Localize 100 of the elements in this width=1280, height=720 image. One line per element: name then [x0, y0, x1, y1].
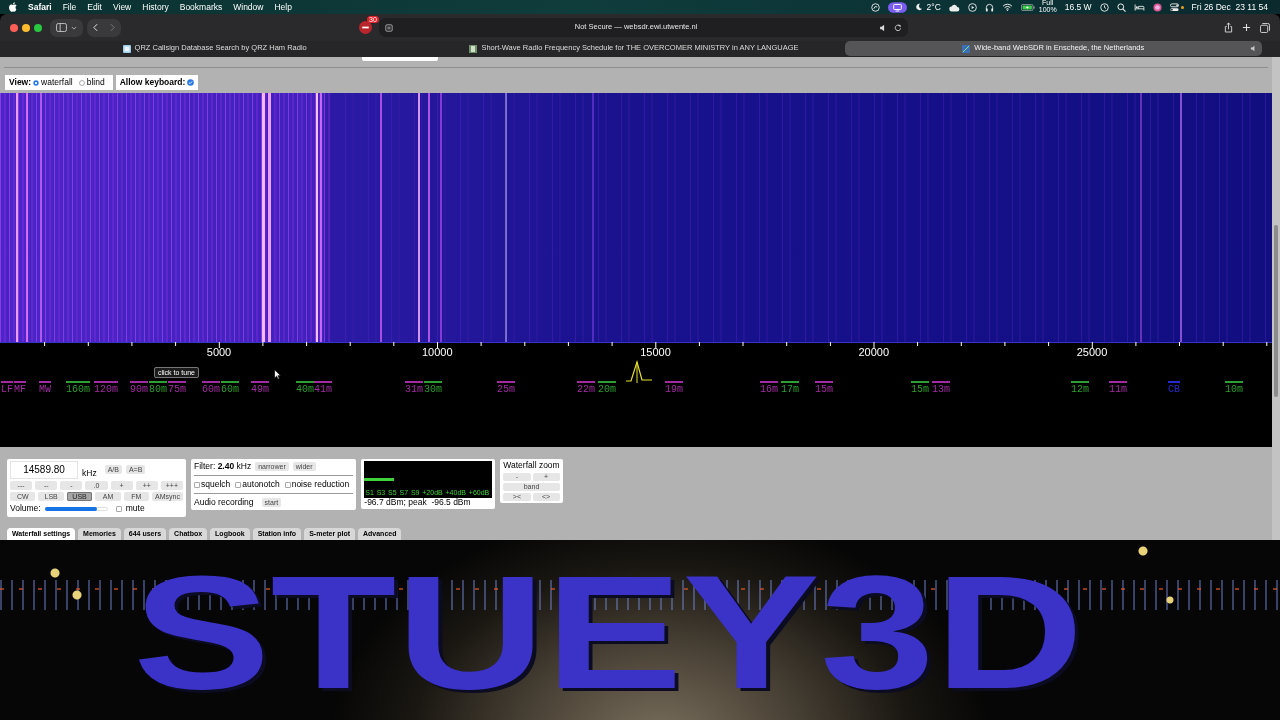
bed-icon[interactable] — [1133, 3, 1145, 11]
waterfall-display[interactable] — [0, 93, 1272, 342]
maximize-window-icon[interactable] — [34, 23, 42, 32]
tabs-icon[interactable] — [1260, 22, 1270, 33]
frequency-field[interactable]: 14589.80 — [10, 461, 78, 479]
menu-item[interactable]: Edit — [87, 2, 102, 12]
search-icon[interactable] — [1116, 2, 1126, 12]
orb-icon[interactable] — [1152, 2, 1162, 12]
radio-button[interactable] — [33, 79, 40, 86]
plus-icon[interactable] — [1242, 23, 1251, 32]
band-label[interactable]: 11m — [1109, 381, 1127, 395]
band-label[interactable]: LF — [1, 381, 13, 395]
band-label[interactable]: 20m — [598, 381, 616, 395]
clock-icon[interactable] — [1099, 2, 1109, 12]
band-label[interactable]: 16m — [760, 381, 778, 395]
sidebar-button[interactable] — [50, 18, 83, 37]
band-label[interactable]: MW — [39, 381, 51, 395]
filter-label: Filter: 2.40 kHz — [194, 461, 252, 472]
checkbox-label: autonotch — [242, 479, 280, 490]
menu-item[interactable]: View — [113, 2, 132, 12]
checkbox-label: squelch — [201, 479, 231, 490]
axis-label: 20000 — [858, 347, 890, 358]
volume-level-fill[interactable] — [44, 507, 97, 511]
menu-item[interactable]: History — [142, 2, 169, 12]
band-label[interactable]: 12m — [1071, 381, 1089, 395]
moon-icon[interactable] — [914, 3, 923, 11]
band-label[interactable]: MF — [14, 381, 26, 395]
band-label[interactable]: 40m — [296, 381, 314, 395]
band-label[interactable]: 25m — [497, 381, 515, 395]
unit-label: kHz — [82, 469, 97, 479]
minimize-window-icon[interactable] — [22, 23, 30, 32]
minus-circle-icon[interactable] — [359, 21, 372, 34]
recording-label: Audio recording — [194, 497, 254, 508]
chevron-left-icon[interactable] — [93, 23, 98, 32]
band-label[interactable]: 19m — [665, 381, 683, 395]
headphones-icon[interactable] — [984, 2, 994, 12]
indicator-dot-icon — [1180, 5, 1184, 9]
band-label[interactable]: 15m — [911, 381, 929, 395]
speaker-icon[interactable] — [879, 23, 886, 32]
checkbox[interactable] — [194, 481, 200, 488]
band-label[interactable]: 49m — [251, 381, 269, 395]
display-icon[interactable] — [887, 1, 907, 13]
radio-label: blind — [86, 77, 105, 88]
reload-icon[interactable] — [894, 23, 902, 32]
wifi-icon[interactable] — [1001, 3, 1013, 11]
checkbox[interactable] — [235, 481, 242, 488]
play-icon[interactable] — [967, 2, 977, 12]
view-label: View: — [9, 77, 32, 88]
band-label[interactable]: 17m — [781, 381, 799, 395]
sidebar-icon[interactable] — [56, 23, 67, 32]
checkbox[interactable] — [284, 481, 291, 488]
favicon-icon — [469, 44, 478, 53]
cloud-icon[interactable] — [948, 2, 960, 12]
menu-item[interactable]: Window — [233, 2, 264, 12]
apple-logo-icon[interactable] — [9, 2, 17, 12]
name-input-field[interactable] — [362, 57, 438, 61]
axis-label: 10000 — [421, 347, 453, 358]
battery-charging-icon[interactable] — [1020, 3, 1035, 11]
toggle-switches-icon[interactable] — [1169, 2, 1179, 12]
band-label[interactable]: 60m — [221, 381, 239, 395]
band-label[interactable]: 15m — [815, 381, 833, 395]
scrollbar[interactable] — [1272, 57, 1280, 540]
swirl-circle-icon[interactable] — [870, 2, 880, 12]
radio-button[interactable] — [78, 79, 85, 86]
passband-marker-icon[interactable] — [626, 360, 652, 383]
mouse-pointer-icon — [274, 369, 281, 380]
favicon-icon — [122, 44, 131, 53]
page-icon[interactable] — [385, 23, 393, 32]
menu-item[interactable]: Bookmarks — [179, 2, 223, 12]
band-label[interactable]: 13m — [932, 381, 950, 395]
menu-item[interactable]: Help — [274, 2, 292, 12]
band-label[interactable]: 60m — [202, 381, 220, 395]
band-label[interactable]: 75m — [168, 381, 186, 395]
band-label[interactable]: 10m — [1225, 381, 1243, 395]
axis-label: 15000 — [640, 347, 671, 358]
panel-title: Waterfall zoom — [503, 461, 560, 471]
checkbox-label: mute — [125, 504, 145, 514]
band-label[interactable]: 80m — [149, 381, 167, 395]
power-text[interactable]: 16.5 W — [1064, 2, 1092, 12]
share-icon[interactable] — [1224, 22, 1233, 33]
checkbox[interactable] — [115, 506, 122, 512]
temperature-text[interactable]: 2°C — [926, 2, 941, 12]
chevron-down-icon[interactable] — [71, 25, 77, 30]
checkbox-label: Allow keyboard: — [119, 77, 186, 88]
volume-slider[interactable] — [44, 507, 108, 511]
band-label[interactable]: 31m — [405, 381, 423, 395]
menu-item[interactable]: File — [62, 2, 77, 12]
band-label[interactable]: 30m — [424, 381, 442, 395]
checkbox-label: noise reduction — [291, 479, 350, 490]
band-label[interactable]: 160m — [66, 381, 90, 395]
channel-logo: STUEY3D — [133, 541, 1084, 720]
band-label[interactable]: 120m — [94, 381, 118, 395]
clock-text[interactable]: Fri 26 Dec 23 11 54 — [1191, 2, 1268, 12]
band-label[interactable]: 22m — [577, 381, 595, 395]
checkbox[interactable] — [187, 79, 195, 86]
close-window-icon[interactable] — [10, 23, 18, 32]
back-button[interactable] — [87, 18, 104, 37]
menu-item[interactable]: Safari — [28, 2, 52, 12]
band-label[interactable]: 90m — [130, 381, 148, 395]
radio-label: waterfall — [41, 77, 73, 88]
